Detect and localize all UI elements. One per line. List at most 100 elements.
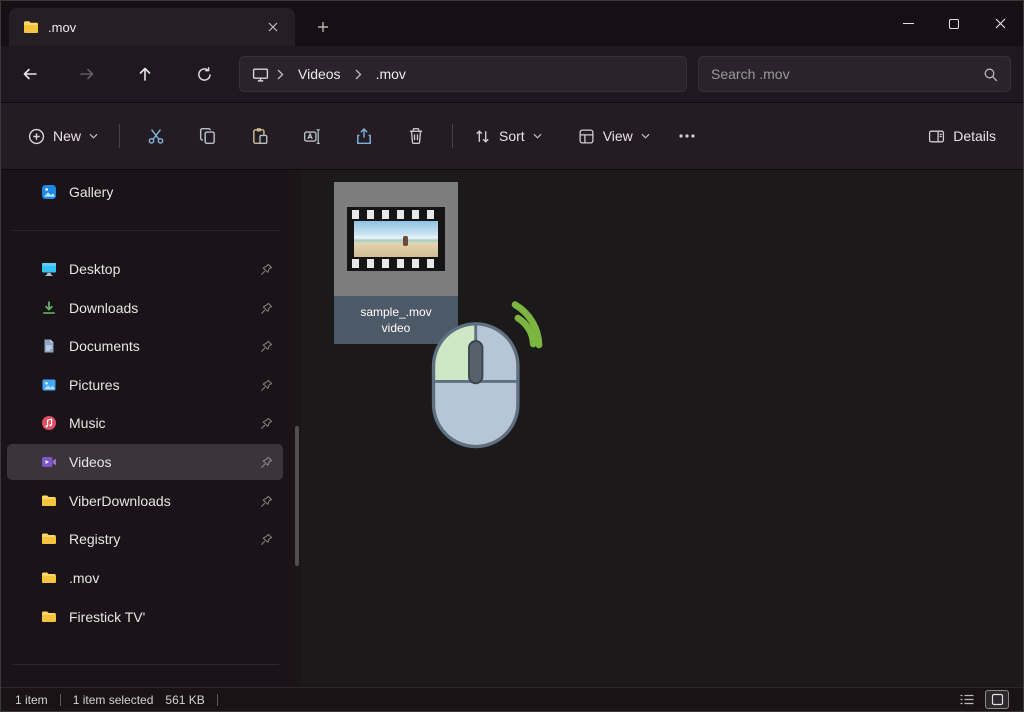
minimize-button[interactable] — [885, 1, 931, 46]
selection-summary: 1 item selected — [72, 692, 154, 707]
details-button[interactable]: Details — [917, 116, 1007, 156]
file-explorer-window: .mov Videos .mov Search .mov New Sort Vi… — [0, 0, 1024, 712]
sidebar-item-downloads[interactable]: Downloads — [7, 290, 283, 326]
new-label: New — [53, 128, 82, 144]
sidebar-item-pictures[interactable]: Pictures — [7, 367, 283, 403]
downloads-icon — [41, 300, 57, 316]
thumbnail-view-icon — [991, 693, 1003, 706]
toolbar-divider — [119, 124, 121, 148]
sidebar-item-label: Registry — [69, 531, 121, 547]
pin-icon — [260, 340, 273, 353]
forward-button[interactable] — [68, 56, 106, 92]
forward-icon — [80, 68, 94, 80]
scrollbar-thumb[interactable] — [295, 426, 299, 566]
sidebar-item-gallery[interactable]: Gallery — [7, 174, 283, 210]
sidebar-item-label: Music — [69, 415, 106, 431]
item-count: 1 item — [15, 692, 48, 707]
share-button[interactable] — [344, 116, 384, 156]
chevron-down-icon — [533, 133, 542, 139]
details-view-button[interactable] — [955, 690, 979, 709]
refresh-button[interactable] — [185, 56, 223, 92]
toolbar-divider — [452, 124, 454, 148]
breadcrumb-chevron-icon — [273, 69, 288, 80]
filmstrip-thumbnail — [347, 207, 445, 271]
search-icon[interactable] — [983, 67, 998, 82]
new-button[interactable]: New — [17, 116, 109, 156]
sidebar-item-firestick-tv[interactable]: Firestick TV' — [7, 599, 283, 635]
music-icon — [41, 415, 57, 431]
filmstrip-sprockets — [352, 210, 440, 219]
titlebar: .mov — [1, 1, 1023, 46]
tab-title: .mov — [48, 19, 77, 35]
minimize-icon — [902, 22, 914, 25]
gallery-icon — [41, 184, 57, 200]
back-button[interactable] — [11, 56, 49, 92]
back-icon — [23, 68, 37, 80]
search-box[interactable] — [698, 56, 1011, 92]
paste-button[interactable] — [240, 116, 280, 156]
view-button[interactable]: View — [567, 116, 661, 156]
person-figure — [402, 236, 408, 247]
sidebar-item-desktop[interactable]: Desktop — [7, 251, 283, 287]
details-label: Details — [953, 128, 996, 144]
copy-button[interactable] — [188, 116, 228, 156]
beach-frame — [354, 221, 438, 257]
view-icon — [579, 128, 594, 144]
folder-icon — [41, 609, 57, 625]
desktop-icon — [41, 261, 57, 277]
chevron-down-icon — [641, 133, 650, 139]
sidebar-item-label: Documents — [69, 338, 140, 354]
tab-mov[interactable]: .mov — [9, 8, 295, 46]
pin-icon — [260, 379, 273, 392]
selection-size: 561 KB — [165, 692, 205, 707]
delete-button[interactable] — [396, 116, 436, 156]
pin-icon — [260, 495, 273, 508]
pin-icon — [260, 533, 273, 546]
sidebar-divider — [13, 230, 279, 231]
close-button[interactable] — [977, 1, 1023, 46]
video-thumbnail — [334, 182, 458, 296]
breadcrumb-videos[interactable]: Videos — [292, 62, 347, 86]
filmstrip-sprockets — [352, 259, 440, 268]
more-options-button[interactable] — [667, 116, 707, 156]
sidebar-scrollbar[interactable] — [293, 170, 301, 687]
sidebar-item-mov[interactable]: .mov — [7, 560, 283, 596]
tab-close-button[interactable] — [261, 15, 285, 39]
paste-icon — [253, 128, 268, 145]
cut-button[interactable] — [136, 116, 176, 156]
sidebar-item-videos[interactable]: Videos — [7, 444, 283, 480]
delete-icon — [409, 128, 423, 144]
sidebar-item-registry[interactable]: Registry — [7, 521, 283, 557]
sidebar-item-music[interactable]: Music — [7, 405, 283, 441]
pictures-icon — [41, 377, 57, 393]
folder-icon — [41, 570, 57, 586]
plus-circle-icon — [28, 128, 45, 144]
maximize-button[interactable] — [931, 1, 977, 46]
folder-icon — [41, 531, 57, 547]
sort-button[interactable]: Sort — [463, 116, 553, 156]
pin-icon — [260, 417, 273, 430]
rename-button[interactable] — [292, 116, 332, 156]
pin-icon — [260, 263, 273, 276]
address-bar[interactable]: Videos .mov — [239, 56, 687, 92]
up-button[interactable] — [126, 56, 164, 92]
thumbnail-view-button[interactable] — [985, 690, 1009, 709]
file-kind: video — [381, 321, 411, 335]
status-bar: 1 item 1 item selected 561 KB — [1, 687, 1023, 711]
sidebar-item-label: Downloads — [69, 300, 139, 316]
view-label: View — [602, 128, 633, 144]
breadcrumb-mov[interactable]: .mov — [370, 62, 412, 86]
status-divider — [216, 693, 218, 706]
chevron-down-icon — [89, 133, 98, 139]
sidebar-item-viberdownloads[interactable]: ViberDownloads — [7, 483, 283, 519]
documents-icon — [41, 338, 57, 354]
search-input[interactable] — [711, 66, 983, 82]
pin-icon — [260, 456, 273, 469]
sidebar-item-label: Pictures — [69, 377, 120, 393]
sidebar-item-documents[interactable]: Documents — [7, 328, 283, 364]
breadcrumb-chevron-icon — [351, 69, 366, 80]
new-tab-button[interactable] — [309, 14, 337, 40]
sidebar-divider — [13, 664, 279, 665]
copy-icon — [199, 127, 215, 145]
sort-label: Sort — [499, 128, 525, 144]
